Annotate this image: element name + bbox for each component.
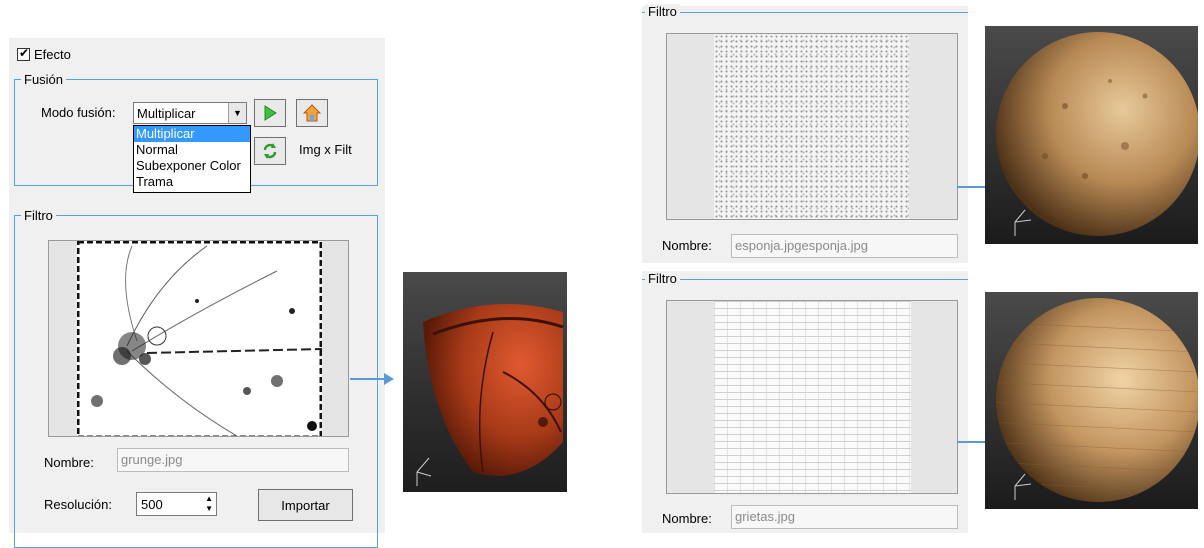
grunge-texture-image <box>77 241 322 436</box>
apply-button[interactable] <box>254 99 286 127</box>
check-mark-icon: ✔ <box>19 46 30 60</box>
sponge-texture-image <box>714 34 909 219</box>
blend-option-multiplicar[interactable]: Multiplicar <box>134 126 250 142</box>
resolution-label: Resolución: <box>44 497 112 512</box>
refresh-icon <box>263 143 277 159</box>
blend-mode-label: Modo fusión: <box>41 105 116 120</box>
img-x-filt-label: Img x Filt <box>299 142 352 157</box>
dropdown-arrow-icon[interactable]: ▼ <box>228 103 246 123</box>
arrow-icon <box>350 373 394 385</box>
red-sphere-image <box>416 304 564 486</box>
filter-name-label: Nombre: <box>44 455 94 470</box>
resolution-value: 500 <box>141 497 163 512</box>
spin-up-icon[interactable]: ▲ <box>205 494 213 503</box>
import-button[interactable]: Importar <box>258 489 353 521</box>
fusion-legend: Fusión <box>24 72 64 87</box>
blend-mode-select[interactable]: Multiplicar ▼ <box>133 102 247 124</box>
filter-bottom-right-name-label: Nombre: <box>662 511 712 526</box>
filter-name-field[interactable]: grunge.jpg <box>117 448 349 472</box>
render-preview-sponge <box>985 26 1198 244</box>
effect-checkbox[interactable]: ✔ Efecto <box>17 46 71 62</box>
blend-option-subexponer-color[interactable]: Subexponer Color <box>134 158 250 174</box>
cracks-sphere-image <box>996 298 1198 502</box>
filter-bottom-right-preview <box>666 300 958 494</box>
filter-top-right-legend: Filtro <box>645 4 680 19</box>
home-icon <box>302 104 322 122</box>
blend-mode-options: Multiplicar Normal Subexponer Color Tram… <box>133 125 251 193</box>
filter-top-right-border <box>642 12 968 13</box>
blend-option-trama[interactable]: Trama <box>134 174 250 190</box>
resolution-spinner[interactable]: 500 ▲ ▼ <box>136 492 217 516</box>
filter-bottom-right-legend: Filtro <box>645 271 680 286</box>
render-preview-cracks <box>985 292 1198 509</box>
filter-bottom-right-name-field[interactable]: grietas.jpg <box>731 505 958 529</box>
filter-main-legend: Filtro <box>24 208 53 223</box>
sponge-sphere-image <box>996 32 1198 236</box>
blend-mode-value: Multiplicar <box>137 106 196 121</box>
render-preview-grunge <box>403 272 567 492</box>
play-icon <box>264 105 277 121</box>
effect-label: Efecto <box>34 47 71 62</box>
refresh-button[interactable] <box>254 137 286 165</box>
home-button[interactable] <box>296 99 328 127</box>
cracks-texture-image <box>714 301 911 493</box>
filter-top-right-preview <box>666 33 958 220</box>
filter-top-right-name-field[interactable]: esponja.jpgesponja.jpg <box>731 234 958 258</box>
checkbox-box[interactable]: ✔ <box>17 46 30 61</box>
filter-bottom-right-border <box>642 279 968 280</box>
filter-top-right-name-label: Nombre: <box>662 238 712 253</box>
filter-preview <box>48 240 349 437</box>
spin-down-icon[interactable]: ▼ <box>205 504 213 513</box>
blend-option-normal[interactable]: Normal <box>134 142 250 158</box>
